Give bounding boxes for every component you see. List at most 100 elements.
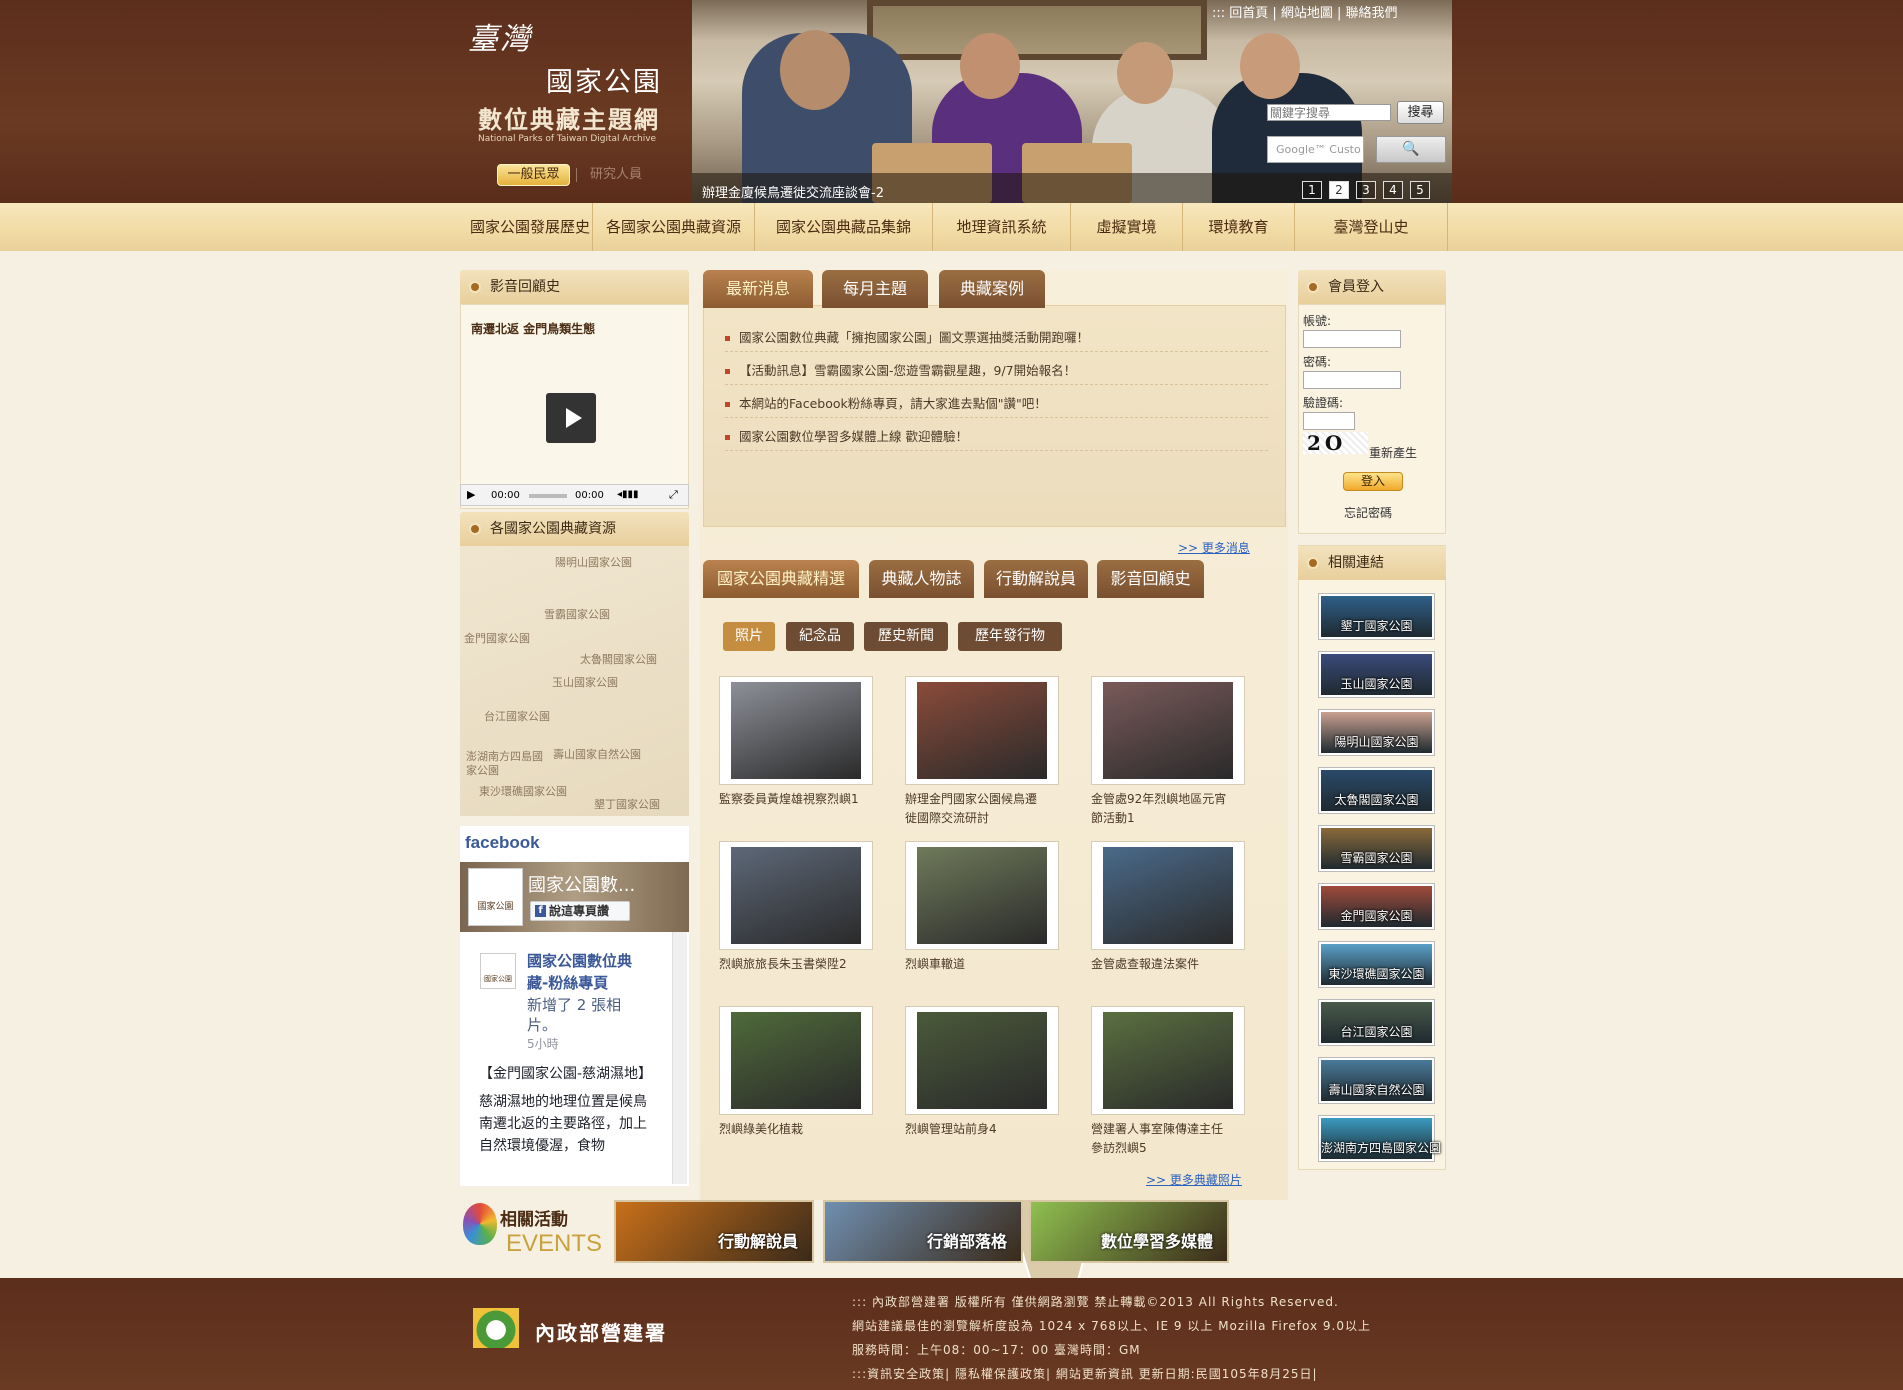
subtab-2[interactable]: 紀念品 [786,622,854,651]
regenerate-captcha-link[interactable]: 重新產生 [1369,444,1417,461]
role-research-button[interactable]: 研究人員 [590,164,642,186]
nav-item-2[interactable]: 各國家公園典藏資源 [593,203,755,251]
video-title[interactable]: 南遷北返 金門鳥類生態 [471,320,595,337]
banner-page-5[interactable]: 5 [1410,181,1430,199]
map-label-penghu[interactable]: 澎湖南方四島國家公園 [466,750,546,778]
google-search-input[interactable]: Google™ Custo [1267,136,1364,163]
news-item[interactable]: 國家公園數位學習多媒體上線 歡迎體驗！ [725,425,1268,451]
facebook-page-name[interactable]: 國家公園數... [528,871,635,897]
top-links[interactable]: ::: 回首頁 | 網站地圖 | 聯絡我們 [1212,2,1398,21]
subtab-3[interactable]: 歷史新聞 [864,622,948,651]
facebook-post-time[interactable]: 5小時 [527,1035,559,1052]
facebook-post-author[interactable]: 國家公園數位典藏-粉絲專頁 [527,950,637,994]
map-label-shoushan[interactable]: 壽山國家自然公園 [553,746,641,762]
search-input[interactable] [1267,104,1391,121]
login-button[interactable]: 登入 [1343,472,1403,491]
photo-image[interactable] [1103,682,1233,779]
news-item[interactable]: 本網站的Facebook粉絲專頁，請大家進去點個"讚"吧！ [725,392,1268,418]
photo-caption[interactable]: 監察委員黃煌雄視察烈嶼1 [719,790,859,809]
collection-tab-3[interactable]: 行動解說員 [984,560,1088,598]
photo-caption[interactable]: 烈嶼旅旅長朱玉書榮陞2 [719,955,859,974]
nav-item-7[interactable]: 臺灣登山史 [1295,203,1448,251]
event-banner[interactable]: 行動解說員 [614,1200,814,1263]
site-logo[interactable]: 臺灣 國家公園 數位典藏主題網 National Parks of Taiwan… [468,14,693,149]
account-input[interactable] [1303,330,1401,348]
photo-thumb[interactable] [905,676,1059,785]
park-link[interactable]: 台江國家公園 [1319,1000,1434,1045]
photo-caption[interactable]: 辦理金門國家公園候鳥遷徙國際交流研討 [905,790,1045,828]
video-controls[interactable]: ▶ 00:00 00:00 ◂▮▮▮ ⤢ [460,484,689,506]
event-banner[interactable]: 行銷部落格 [823,1200,1023,1263]
photo-caption[interactable]: 烈嶼管理站前身4 [905,1120,1045,1139]
password-input[interactable] [1303,371,1401,389]
captcha-input[interactable] [1303,412,1355,430]
park-link[interactable]: 金門國家公園 [1319,884,1434,929]
collection-tab-1[interactable]: 國家公園典藏精選 [703,560,859,598]
photo-image[interactable] [1103,1012,1233,1109]
park-link[interactable]: 澎湖南方四島國家公園 [1319,1116,1441,1161]
facebook-page-avatar[interactable]: 國家公園 [468,868,523,926]
news-item[interactable]: 【活動訊息】雪霸國家公園-您遊雪霸觀星趣，9/7開始報名！ [725,359,1268,385]
fullscreen-icon[interactable]: ⤢ [669,488,678,502]
nav-item-5[interactable]: 虛擬實境 [1071,203,1183,251]
park-link[interactable]: 陽明山國家公園 [1319,710,1434,755]
photo-caption[interactable]: 烈嶼綠美化植栽 [719,1120,859,1139]
nav-item-1[interactable]: 國家公園發展歷史 [468,203,593,251]
map-label-dongsha[interactable]: 東沙環礁國家公園 [479,783,567,799]
nav-item-4[interactable]: 地理資訊系統 [933,203,1071,251]
subtab-4[interactable]: 歷年發行物 [958,622,1062,651]
photo-thumb[interactable] [1091,1006,1245,1115]
photo-thumb[interactable] [905,841,1059,950]
photo-thumb[interactable] [719,841,873,950]
map-label-kinmen[interactable]: 金門國家公園 [464,630,530,646]
google-search-button[interactable]: 🔍 [1376,136,1446,163]
map-label-taroko[interactable]: 太魯閣國家公園 [580,651,657,667]
photo-image[interactable] [917,1012,1047,1109]
photo-image[interactable] [731,847,861,944]
volume-icon[interactable]: ◂▮▮▮ [617,489,639,500]
forgot-password-link[interactable]: 忘記密碼 [1344,504,1392,521]
park-link[interactable]: 雪霸國家公園 [1319,826,1434,871]
event-banner[interactable]: 數位學習多媒體 [1029,1200,1229,1263]
footer-policy-links[interactable]: :::資訊安全政策| 隱私權保護政策| 網站更新資訊 更新日期:民國105年8月… [852,1365,1318,1382]
cpami-logo-icon[interactable] [473,1308,519,1348]
photo-image[interactable] [731,1012,861,1109]
map-label-kenting[interactable]: 墾丁國家公園 [594,796,660,812]
more-photos-link[interactable]: >> 更多典藏照片 [1146,1171,1242,1188]
photo-image[interactable] [917,682,1047,779]
role-public-button[interactable]: 一般民眾 [497,164,570,186]
photo-image[interactable] [1103,847,1233,944]
play-icon[interactable] [546,393,596,443]
news-item[interactable]: 國家公園數位典藏「擁抱國家公園」圖文票選抽獎活動開跑囉！ [725,326,1268,352]
banner-page-3[interactable]: 3 [1356,181,1376,199]
photo-image[interactable] [731,682,861,779]
photo-thumb[interactable] [719,676,873,785]
map-label-yushan[interactable]: 玉山國家公園 [552,674,618,690]
collection-tab-4[interactable]: 影音回顧史 [1097,560,1204,598]
play-small-icon[interactable]: ▶ [467,488,475,501]
banner-page-2[interactable]: 2 [1329,181,1349,199]
photo-image[interactable] [917,847,1047,944]
park-link[interactable]: 玉山國家公園 [1319,652,1434,697]
progress-bar[interactable] [529,494,567,498]
news-tab-3[interactable]: 典藏案例 [939,270,1045,308]
photo-thumb[interactable] [1091,676,1245,785]
taiwan-map[interactable]: 陽明山國家公園 雪霸國家公園 金門國家公園 太魯閣國家公園 玉山國家公園 台江國… [460,546,1120,1354]
photo-caption[interactable]: 金管處92年烈嶼地區元宵節活動1 [1091,790,1231,828]
park-link[interactable]: 墾丁國家公園 [1319,594,1434,639]
photo-caption[interactable]: 金管處查報違法案件 [1091,955,1231,974]
search-button[interactable]: 搜尋 [1397,101,1444,124]
facebook-post-avatar[interactable]: 國家公園 [480,953,516,989]
news-tab-2[interactable]: 每月主題 [822,270,928,308]
footer-org-name[interactable]: 內政部營建署 [535,1317,667,1346]
park-link[interactable]: 東沙環礁國家公園 [1319,942,1434,987]
map-label-shei-pa[interactable]: 雪霸國家公園 [544,606,610,622]
facebook-like-button[interactable]: 說這專頁讚 [530,901,630,921]
banner-page-1[interactable]: 1 [1302,181,1322,199]
more-news-link[interactable]: >> 更多消息 [1178,539,1250,556]
nav-item-3[interactable]: 國家公園典藏品集錦 [755,203,933,251]
map-label-yangmingshan[interactable]: 陽明山國家公園 [555,554,632,570]
news-tab-1[interactable]: 最新消息 [703,270,813,308]
photo-caption[interactable]: 營建署人事室陳傳達主任參訪烈嶼5 [1091,1120,1231,1158]
facebook-scrollbar[interactable] [672,932,687,1184]
